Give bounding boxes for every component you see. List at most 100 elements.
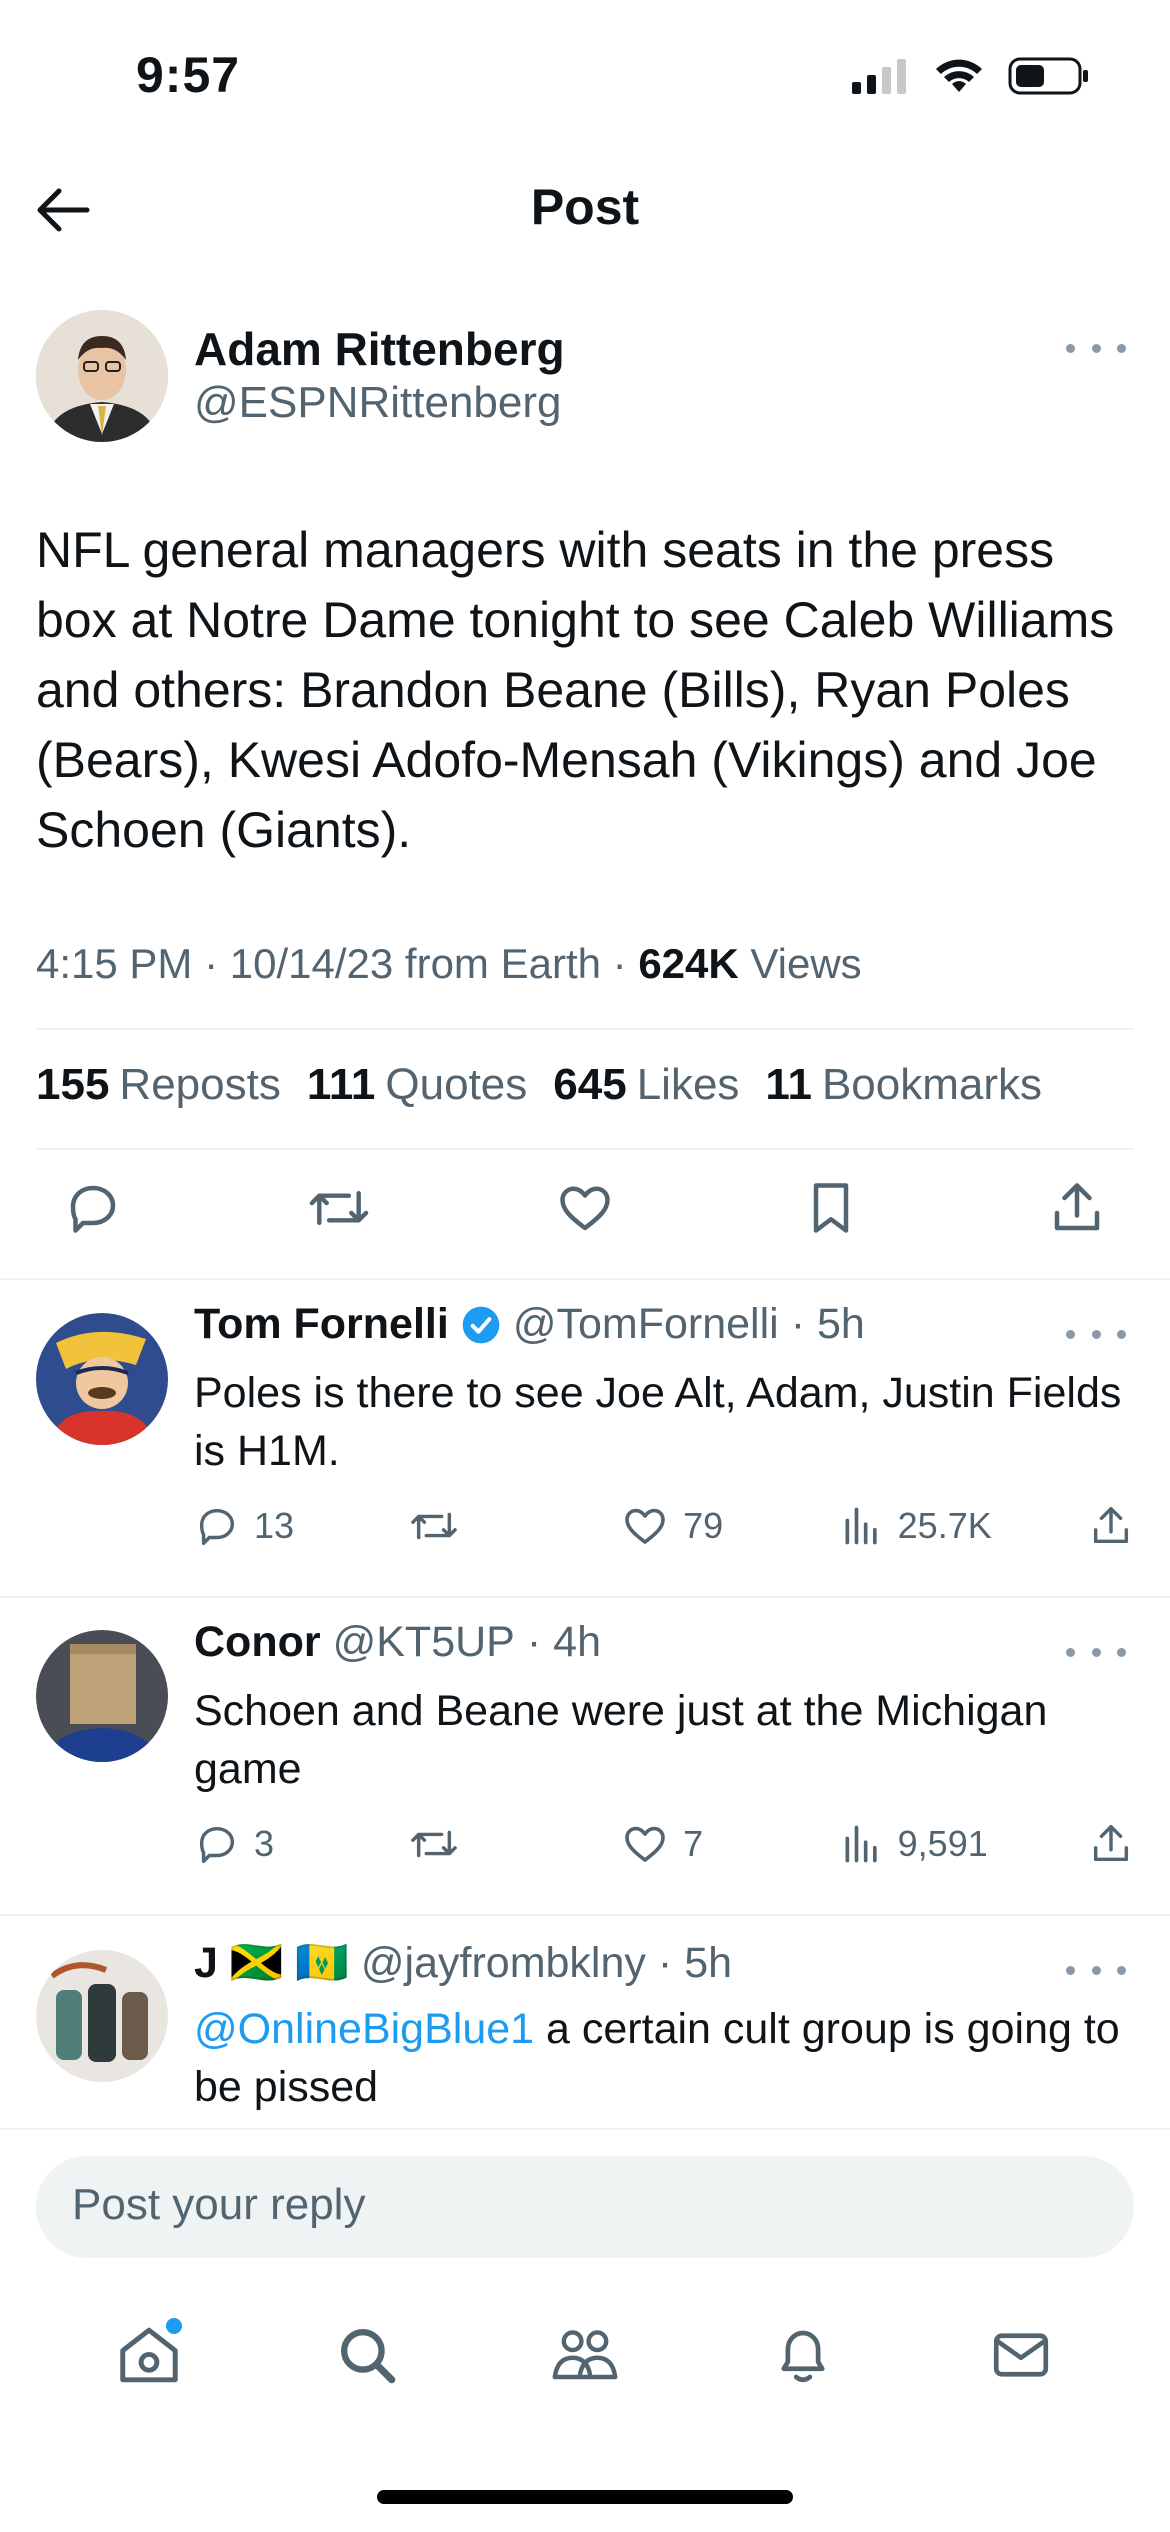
reply-author-handle[interactable]: @KT5UP <box>333 1618 515 1667</box>
heart-icon <box>625 1508 665 1544</box>
reply-count: 3 <box>254 1823 275 1864</box>
author-avatar[interactable] <box>36 310 168 442</box>
reply-button[interactable] <box>60 1175 126 1241</box>
views-button[interactable]: 9,591 <box>840 1822 1088 1866</box>
analytics-icon <box>845 1825 877 1863</box>
heart-icon <box>560 1186 610 1231</box>
home-indicator[interactable] <box>377 2490 793 2504</box>
bottom-nav <box>0 2310 1170 2400</box>
messages-icon <box>993 2333 1049 2377</box>
notifications-icon <box>781 2330 825 2383</box>
communities-icon <box>552 2330 618 2380</box>
cellular-signal-icon <box>852 59 906 94</box>
likes-stat[interactable]: 645 Likes <box>553 1060 739 1110</box>
views-count: 9,591 <box>897 1823 988 1864</box>
bookmark-button[interactable] <box>798 1175 864 1241</box>
repost-icon <box>410 1830 457 1858</box>
like-button[interactable]: 7 <box>621 1820 840 1868</box>
post-time[interactable]: 4:15 PM <box>36 940 192 987</box>
reply-author-handle[interactable]: @jayfrombklny <box>361 1939 646 1988</box>
author-name[interactable]: Adam Rittenberg <box>194 322 565 376</box>
more-options-icon[interactable] <box>1066 1324 1126 1344</box>
post-body: NFL general managers with seats in the p… <box>36 522 1115 858</box>
battery-icon <box>1008 57 1088 95</box>
reply-header: J 🇯🇲 🇻🇨 @jayfrombklny · 5h <box>194 1938 733 1988</box>
reply-author-handle[interactable]: @TomFornelli <box>513 1300 779 1349</box>
avatar-photo <box>36 1950 168 2082</box>
reply-author-name[interactable]: J 🇯🇲 🇻🇨 <box>194 1938 349 1988</box>
reply-avatar[interactable] <box>36 1950 168 2082</box>
repost-button[interactable] <box>408 1821 622 1867</box>
repost-button[interactable] <box>306 1175 372 1241</box>
page-title: Post <box>530 179 640 235</box>
notification-dot <box>166 2318 182 2334</box>
divider <box>0 1596 1170 1598</box>
reply-mention[interactable]: @OnlineBigBlue1 <box>194 2005 534 2053</box>
divider <box>36 1028 1134 1030</box>
reply-header: Conor @KT5UP · 4h <box>194 1618 602 1667</box>
reply-text: Schoen and Beane were just at the Michig… <box>194 1687 1048 1793</box>
views-label: Views <box>750 940 862 987</box>
reply-age: 5h <box>684 1938 733 1987</box>
share-button[interactable] <box>1044 1175 1110 1241</box>
bookmark-icon <box>813 1183 849 1233</box>
reply-age: 4h <box>553 1618 602 1666</box>
reply-avatar[interactable] <box>36 1630 168 1762</box>
reply-actions: 3 7 9,591 <box>194 1820 1134 1868</box>
reply-avatar[interactable] <box>36 1313 168 1445</box>
repost-button[interactable] <box>408 1503 622 1549</box>
reply-actions: 13 79 25.7K <box>194 1502 1134 1550</box>
share-button[interactable] <box>1088 1821 1134 1867</box>
reply-author-name[interactable]: Tom Fornelli <box>194 1300 449 1349</box>
more-options-icon[interactable] <box>1066 1642 1126 1662</box>
like-count: 7 <box>683 1823 704 1864</box>
views-count: 624K <box>638 940 739 987</box>
reply-icon <box>199 1508 235 1545</box>
reply-count: 13 <box>254 1505 295 1546</box>
reply-button[interactable]: 13 <box>194 1503 408 1549</box>
reply-age: 5h <box>817 1300 865 1348</box>
wifi-icon <box>936 59 982 92</box>
post-source: from Earth <box>404 940 601 987</box>
views-button[interactable]: 25.7K <box>840 1504 1088 1548</box>
reply-button[interactable]: 3 <box>194 1821 408 1867</box>
nav-messages[interactable] <box>976 2310 1066 2400</box>
more-options-icon[interactable] <box>1066 338 1126 358</box>
more-options-icon[interactable] <box>1066 1960 1126 1980</box>
avatar-cartoon <box>36 1313 168 1445</box>
post-actions <box>60 1175 1110 1241</box>
divider <box>36 1148 1134 1150</box>
reply-header: Tom Fornelli @TomFornelli · 5h <box>194 1300 865 1349</box>
divider <box>0 1914 1170 1916</box>
reply-text: @OnlineBigBlue1 a certain cult group is … <box>194 2000 1124 2116</box>
status-time: 9:57 <box>136 47 241 103</box>
share-icon <box>1093 1825 1129 1862</box>
author-handle[interactable]: @ESPNRittenberg <box>194 378 562 428</box>
verified-badge-icon <box>462 1306 500 1343</box>
heart-icon <box>625 1826 665 1862</box>
reply-input-placeholder: Post your reply <box>72 2180 366 2229</box>
avatar-paper-bag <box>36 1630 168 1762</box>
reply-author-name[interactable]: Conor <box>194 1618 321 1667</box>
like-count: 79 <box>683 1505 724 1546</box>
engagement-stats: 155 Reposts 111 Quotes 645 Likes 11 Bookmark… <box>36 1060 1042 1110</box>
nav-home[interactable] <box>104 2310 194 2400</box>
share-icon <box>1054 1183 1100 1231</box>
quotes-stat[interactable]: 111 Quotes <box>307 1060 527 1110</box>
search-icon <box>341 2329 396 2384</box>
like-button[interactable]: 79 <box>621 1502 840 1550</box>
share-icon <box>1093 1507 1129 1544</box>
post-meta: 4:15 PM · 10/14/23 from Earth · 624K Vie… <box>36 940 862 987</box>
nav-notifications[interactable] <box>758 2310 848 2400</box>
bookmarks-stat[interactable]: 11 Bookmarks <box>765 1060 1042 1110</box>
reply-icon <box>70 1185 116 1233</box>
post-date[interactable]: 10/14/23 <box>230 940 394 987</box>
like-button[interactable] <box>552 1175 618 1241</box>
repost-icon <box>410 1512 457 1540</box>
nav-communities[interactable] <box>540 2310 630 2400</box>
repost-icon <box>309 1191 369 1225</box>
nav-search[interactable] <box>322 2310 412 2400</box>
reposts-stat[interactable]: 155 Reposts <box>36 1060 281 1110</box>
divider <box>0 2128 1170 2130</box>
share-button[interactable] <box>1088 1503 1134 1549</box>
